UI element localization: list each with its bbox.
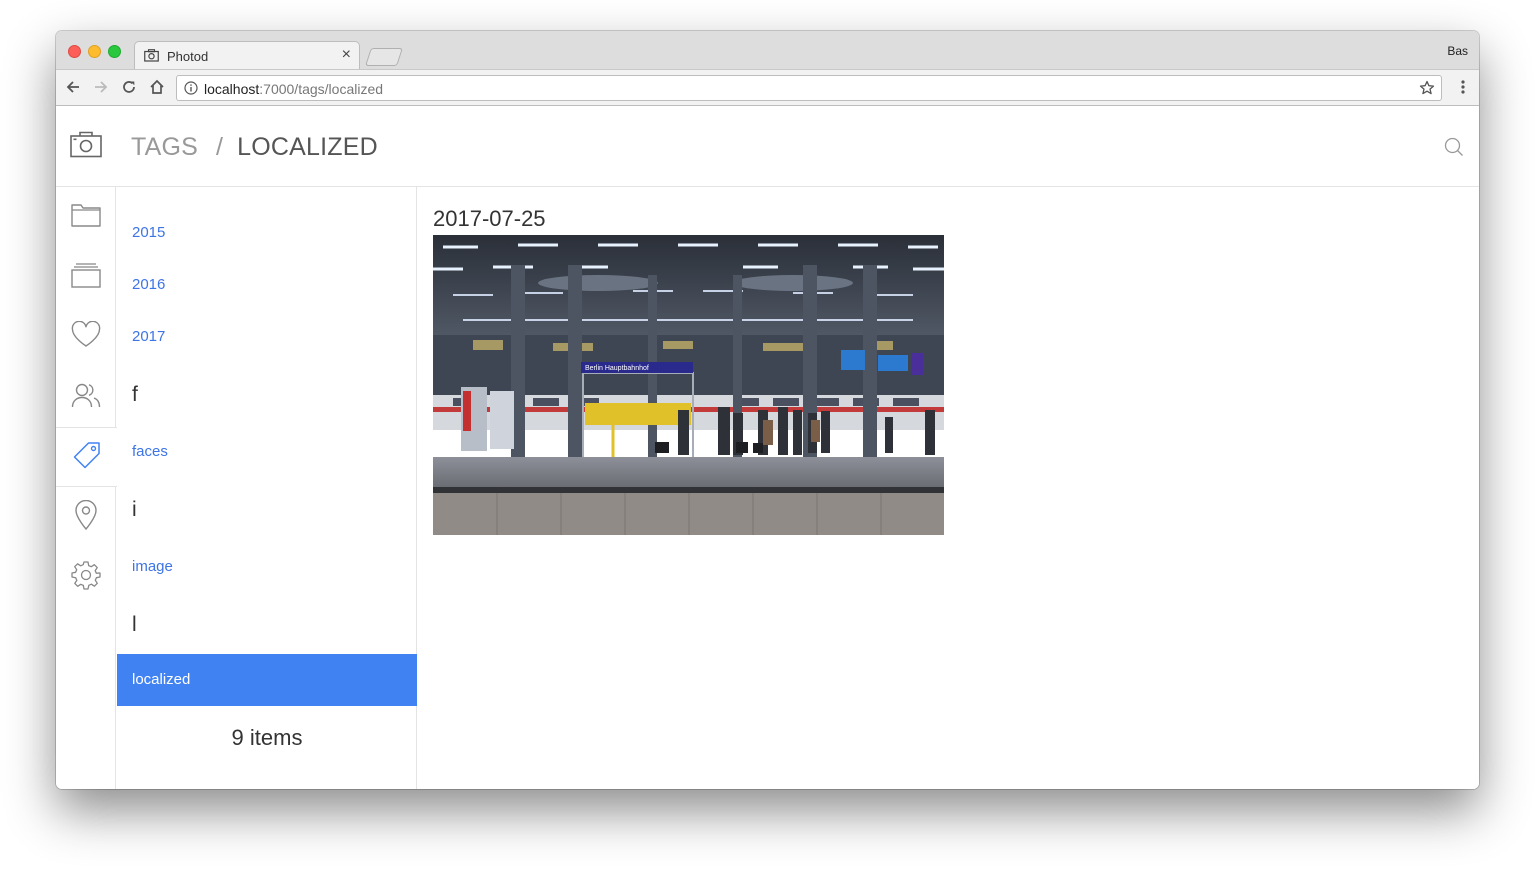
tab-close-button[interactable]: × <box>342 46 351 64</box>
tag-link-faces[interactable]: faces <box>132 443 168 460</box>
reload-icon[interactable] <box>121 79 137 100</box>
nav-places[interactable] <box>56 487 116 547</box>
nav-albums[interactable] <box>56 247 116 307</box>
nav-tags[interactable] <box>56 427 117 487</box>
breadcrumb-separator: / <box>216 133 224 161</box>
address-bar[interactable]: localhost:7000/tags/localized <box>176 75 1442 101</box>
breadcrumb-current: LOCALIZED <box>237 133 378 161</box>
camera-icon <box>144 49 159 67</box>
tab-title: Photod <box>167 49 209 64</box>
camera-logo-icon[interactable] <box>70 131 102 163</box>
tab-strip: Photod × Bas <box>56 31 1479 69</box>
nav-people[interactable] <box>56 367 116 427</box>
folder-icon <box>71 203 101 232</box>
nav-rail <box>56 187 117 789</box>
url-text: localhost:7000/tags/localized <box>204 81 383 97</box>
app-header: TAGS / LOCALIZED <box>56 106 1479 187</box>
forward-icon[interactable] <box>93 79 109 100</box>
people-icon <box>71 382 101 413</box>
nav-settings[interactable] <box>56 547 116 607</box>
tag-link-2015[interactable]: 2015 <box>132 224 165 241</box>
photod-app: TAGS / LOCALIZED 2015 2016 2017 f faces … <box>56 106 1479 789</box>
location-icon <box>74 499 98 535</box>
bookmark-star-icon[interactable] <box>1419 80 1435 101</box>
tag-letter-heading-f: f <box>132 383 138 406</box>
heart-icon <box>71 320 101 353</box>
breadcrumb: TAGS / LOCALIZED <box>131 133 378 162</box>
photo-thumbnail[interactable]: Berlin Hauptbahnhof <box>433 235 944 535</box>
breadcrumb-tags[interactable]: TAGS <box>131 133 198 161</box>
back-icon[interactable] <box>65 79 81 100</box>
browser-menu-icon[interactable] <box>1461 80 1465 99</box>
settings-icon <box>71 560 101 595</box>
nav-folders[interactable] <box>56 187 116 247</box>
tag-selected-label: localized <box>132 671 191 688</box>
tag-list: 2015 2016 2017 f faces i image l localiz… <box>117 187 417 789</box>
browser-window: Photod × Bas localhost:7000/tags/localiz… <box>56 31 1479 789</box>
url-host: localhost <box>204 81 260 97</box>
minimize-window-button[interactable] <box>88 45 101 58</box>
nav-favorites[interactable] <box>56 307 116 367</box>
tag-link-image[interactable]: image <box>132 558 173 575</box>
date-heading: 2017-07-25 <box>433 206 546 231</box>
close-window-button[interactable] <box>68 45 81 58</box>
albums-icon <box>71 262 101 293</box>
station-sign-text: Berlin Hauptbahnhof <box>585 365 649 372</box>
tag-link-2017[interactable]: 2017 <box>132 328 165 345</box>
maximize-window-button[interactable] <box>108 45 121 58</box>
browser-toolbar: localhost:7000/tags/localized <box>56 69 1479 106</box>
tag-link-localized-selected[interactable]: localized <box>117 654 417 706</box>
browser-tab[interactable]: Photod × <box>134 41 360 69</box>
search-icon[interactable] <box>1444 137 1464 162</box>
tag-link-2016[interactable]: 2016 <box>132 276 165 293</box>
photo-grid: 2017-07-25 Berlin Hauptbahnhof <box>418 187 1479 789</box>
new-tab-button[interactable] <box>365 48 403 66</box>
item-count: 9 items <box>231 725 303 750</box>
url-path: :7000/tags/localized <box>259 81 384 97</box>
tag-letter-heading-l: l <box>132 613 137 636</box>
station-photo-image: Berlin Hauptbahnhof <box>433 235 944 535</box>
home-icon[interactable] <box>149 79 165 100</box>
info-icon[interactable] <box>184 81 198 100</box>
profile-name[interactable]: Bas <box>1447 44 1468 58</box>
tag-letter-heading-i: i <box>132 498 137 521</box>
tag-icon <box>73 441 101 474</box>
